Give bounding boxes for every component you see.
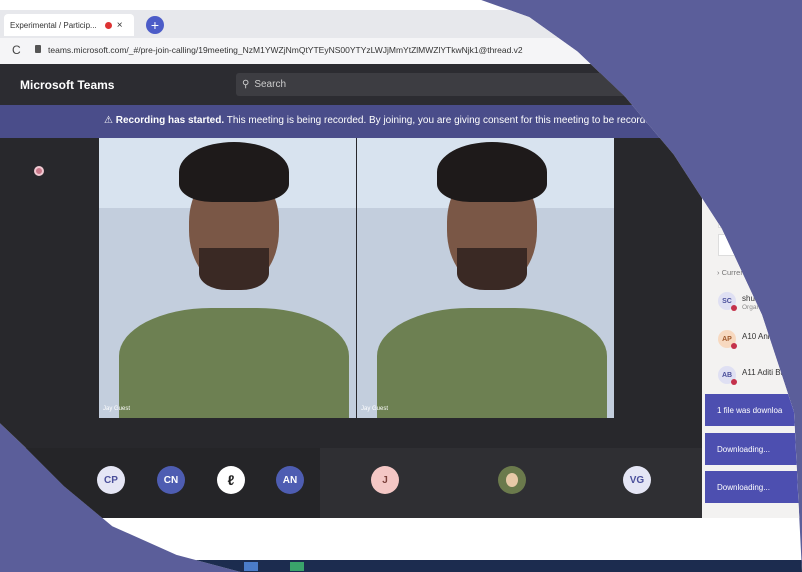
avatar[interactable]: CN (157, 466, 185, 494)
recording-banner: ⚠ Recording has started. This meeting is… (0, 105, 802, 138)
participant-role: Organizer (742, 304, 771, 311)
participant-hair (179, 142, 289, 202)
download-toast[interactable]: 1 file was downloa (705, 394, 802, 426)
privacy-policy-link[interactable]: Privacy policy (666, 115, 727, 126)
participant-shirt (119, 308, 349, 418)
avatar: AP (718, 330, 737, 349)
participant-list-item[interactable]: SC shubhangi c Organizer (718, 290, 802, 314)
os-taskbar (0, 560, 802, 572)
url-field[interactable]: teams.microsoft.com/_#/pre-join-calling/… (48, 45, 523, 55)
avatar-photo[interactable] (498, 466, 526, 494)
search-icon: ⚲ (242, 79, 250, 90)
participant-beard (199, 248, 269, 290)
share-button[interactable]: ⪵ (718, 234, 802, 256)
address-bar: C teams.microsoft.com/_#/pre-join-callin… (0, 38, 802, 65)
participant-name: shubhangi c (742, 294, 786, 303)
status-dot-icon (34, 166, 44, 176)
app-title: Microsoft Teams (20, 78, 115, 92)
search-input[interactable]: ⚲ Search (236, 73, 654, 96)
avatar[interactable]: CP (97, 466, 125, 494)
close-tab-button[interactable]: × (117, 20, 123, 31)
video-tile[interactable]: Jay Guest (99, 138, 356, 418)
invite-input[interactable]: Invite someone (718, 206, 802, 228)
participant-beard (457, 248, 527, 290)
participant-hair (437, 142, 547, 202)
avatar: SC (718, 292, 737, 311)
reload-button[interactable]: C (12, 43, 21, 57)
banner-bold-text: Recording has started. (115, 115, 225, 126)
avatar-photo-face (506, 473, 518, 487)
participant-name: A11 Aditi Bh (742, 368, 785, 377)
download-toast[interactable]: Downloading... (705, 471, 802, 503)
tab-title: Experimental / Particip... (10, 20, 97, 30)
warning-icon: ⚠ (104, 115, 113, 126)
avatar: AB (718, 366, 737, 385)
avatar[interactable]: AN (276, 466, 304, 494)
banner-text: This meeting is being recorded. By joini… (226, 115, 660, 126)
participant-list-item[interactable]: AB A11 Aditi Bh (718, 364, 802, 388)
avatar-signature-icon[interactable]: ℓ (217, 466, 245, 494)
search-placeholder: Search (254, 79, 287, 90)
screenshot-frame: Experimental / Particip... × + C teams.m… (0, 0, 802, 572)
currently-in-meeting-label[interactable]: › Currently in this me (717, 268, 786, 277)
video-tile-name: Jay Guest (103, 406, 131, 412)
avatar[interactable]: J (371, 466, 399, 494)
meeting-stage: Jay Guest Jay Guest CP CN ℓ AN J VG (0, 138, 702, 518)
recording-icon (104, 21, 112, 29)
participant-name: A10 Aniket P (742, 332, 788, 341)
share-icon: ⪵ (786, 239, 795, 250)
browser-tab[interactable]: Experimental / Particip... × (4, 14, 134, 36)
people-title: People (717, 170, 757, 184)
currently-label-text: Currently in this me (721, 268, 787, 277)
video-tile-name: Jay Guest (361, 406, 389, 412)
participant-avatar-row: CP CN ℓ AN J VG (0, 448, 702, 518)
new-tab-button[interactable]: + (146, 16, 164, 34)
invite-placeholder: Invite someone (726, 212, 784, 222)
video-tile[interactable]: Jay Guest (357, 138, 614, 418)
teams-header: Microsoft Teams ⚲ Search (0, 64, 802, 105)
avatar[interactable]: VG (623, 466, 651, 494)
taskbar-app-icon[interactable] (290, 562, 304, 571)
participant-shirt (377, 308, 607, 418)
download-toast[interactable]: Downloading... (705, 433, 802, 465)
lock-icon (35, 45, 41, 53)
browser-tab-strip: Experimental / Particip... × + (0, 10, 802, 38)
taskbar-app-icon[interactable] (244, 562, 258, 571)
participant-list-item[interactable]: AP A10 Aniket P (718, 328, 802, 352)
